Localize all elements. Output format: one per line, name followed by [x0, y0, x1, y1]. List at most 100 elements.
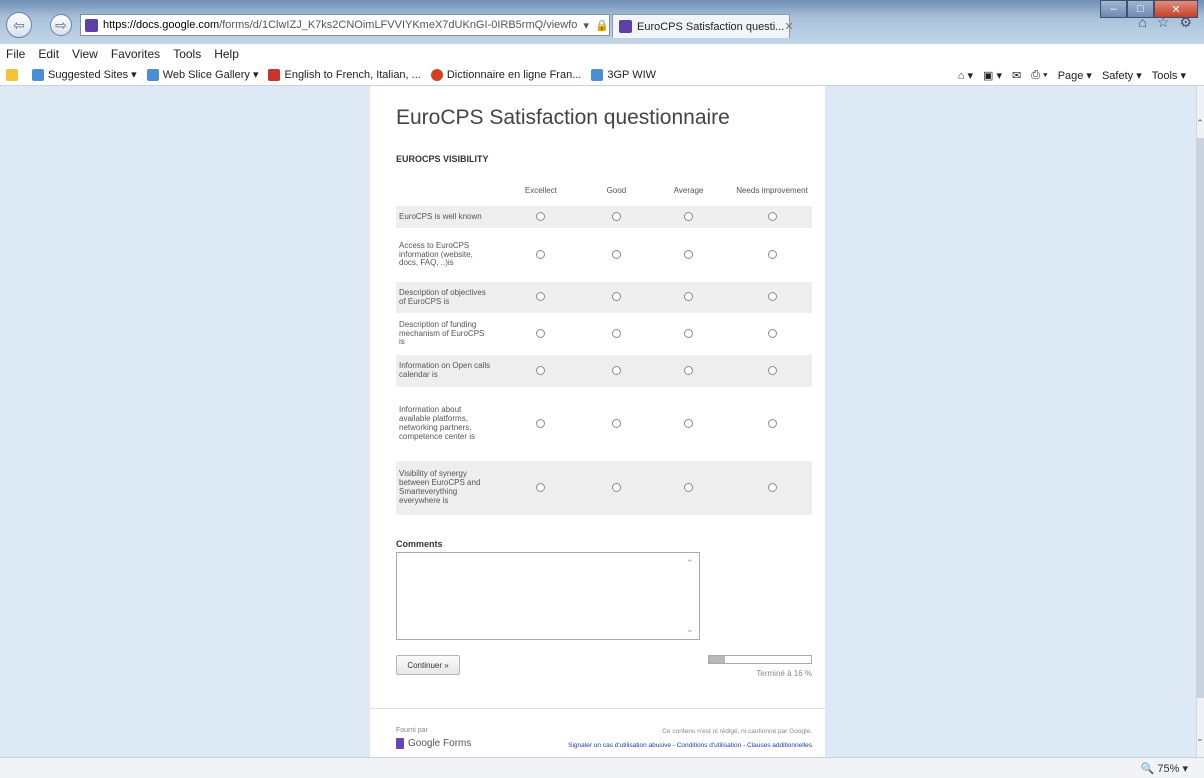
progress-bar: [708, 655, 812, 664]
radio-needs-improvement[interactable]: [767, 365, 777, 375]
radio-good[interactable]: [611, 211, 621, 221]
address-bar[interactable]: https://docs.google.com/forms/d/1ClwIZJ_…: [80, 14, 610, 36]
settings-gear-icon[interactable]: ⚙: [1179, 14, 1192, 31]
radio-good[interactable]: [611, 328, 621, 338]
progress-fill: [709, 656, 726, 663]
ie-page-icon: [591, 68, 604, 81]
radio-excellent[interactable]: [536, 292, 546, 301]
footer-links[interactable]: Signaler un cas d'utilisation abusive - …: [568, 742, 812, 749]
feeds-icon[interactable]: ▣ ▾: [983, 69, 1002, 82]
fav-wordreference[interactable]: English to French, Italian, ...: [268, 68, 421, 81]
lock-icon[interactable]: 🔒: [595, 19, 609, 32]
tab-title: EuroCPS Satisfaction questi...: [637, 20, 785, 33]
radio-needs-improvement[interactable]: [767, 292, 777, 301]
form-page: EuroCPS Satisfaction questionnaire EUROC…: [370, 86, 825, 757]
column-header: Excellect: [524, 185, 557, 195]
radio-good[interactable]: [611, 249, 621, 259]
row-label: Description of objectives of EuroCPS is: [396, 282, 494, 313]
reverso-icon: [430, 68, 443, 81]
scroll-up-icon[interactable]: ⌃: [1196, 118, 1204, 129]
fav-3gp-wiw[interactable]: 3GP WIW: [591, 68, 656, 81]
tab-eurocps[interactable]: EuroCPS Satisfaction questi... ✕: [612, 14, 794, 38]
row-label: Visibility of synergy between EuroCPS an…: [396, 461, 494, 515]
scrollbar-thumb[interactable]: [1196, 138, 1204, 698]
radio-average[interactable]: [684, 482, 694, 492]
fav-web-slice-gallery[interactable]: Web Slice Gallery ▾: [146, 68, 258, 81]
column-header: Needs improvement: [736, 185, 808, 195]
zoom-control[interactable]: 🔍 75% ▾: [1141, 762, 1188, 775]
radio-average[interactable]: [684, 292, 694, 301]
google-forms-brand[interactable]: Google Forms: [396, 738, 471, 749]
footer-divider: [370, 708, 825, 709]
comments-label: Comments: [396, 539, 443, 549]
safety-menu[interactable]: Safety ▾: [1102, 69, 1142, 82]
radio-good[interactable]: [611, 418, 621, 428]
radio-average[interactable]: [684, 328, 694, 338]
home-dropdown-icon[interactable]: ⌂ ▾: [958, 69, 973, 82]
radio-excellent[interactable]: [536, 328, 546, 338]
form-title: EuroCPS Satisfaction questionnaire: [396, 106, 730, 129]
radio-average[interactable]: [684, 365, 694, 375]
wordreference-icon: [268, 68, 281, 81]
grid-row: Access to EuroCPS information (website, …: [396, 228, 812, 282]
textarea-scroll-up-icon[interactable]: ⌃: [686, 558, 694, 569]
dropdown-icon[interactable]: ▾: [583, 19, 589, 32]
menu-tools[interactable]: Tools: [173, 47, 201, 61]
column-header: Average: [673, 185, 704, 195]
radio-good[interactable]: [611, 482, 621, 492]
row-label: Information about available platforms, n…: [396, 387, 494, 461]
menu-bar: File Edit View Favorites Tools Help: [0, 44, 1204, 64]
scroll-down-icon[interactable]: ⌄: [1196, 733, 1204, 744]
minimize-button[interactable]: –: [1100, 0, 1127, 18]
radio-needs-improvement[interactable]: [767, 418, 777, 428]
google-forms-favicon-icon: [85, 18, 98, 32]
home-icon[interactable]: ⌂: [1138, 14, 1146, 31]
radio-needs-improvement[interactable]: [767, 482, 777, 492]
ie-page-icon: [146, 68, 159, 81]
radio-needs-improvement[interactable]: [767, 328, 777, 338]
tab-close-icon[interactable]: ✕: [784, 20, 793, 33]
radio-needs-improvement[interactable]: [767, 249, 777, 259]
fav-suggested-sites[interactable]: Suggested Sites ▾: [32, 68, 137, 81]
radio-excellent[interactable]: [536, 365, 546, 375]
radio-good[interactable]: [611, 365, 621, 375]
powered-by-label: Fourni par: [396, 727, 428, 734]
rating-grid: Excellect Good Average Needs improvement…: [396, 174, 812, 515]
progress-text: Terminé à 16 %: [756, 669, 812, 678]
tools-menu[interactable]: Tools ▾: [1152, 69, 1186, 82]
page-menu[interactable]: Page ▾: [1058, 69, 1092, 82]
grid-row: EuroCPS is well known: [396, 206, 812, 228]
continue-button[interactable]: Continuer »: [396, 655, 460, 675]
disclaimer-text: Ce contenu n'est ni rédigé, ni cautionné…: [662, 728, 812, 735]
comments-textarea[interactable]: [396, 552, 700, 640]
radio-average[interactable]: [684, 418, 694, 428]
back-button[interactable]: ⇦: [6, 12, 32, 38]
menu-file[interactable]: File: [6, 47, 25, 61]
radio-excellent[interactable]: [536, 418, 546, 428]
page-viewport: EuroCPS Satisfaction questionnaire EUROC…: [0, 86, 1196, 757]
textarea-scroll-down-icon[interactable]: ⌄: [686, 624, 694, 635]
grid-row: Information on Open calls calendar is: [396, 355, 812, 387]
radio-average[interactable]: [684, 211, 694, 221]
radio-excellent[interactable]: [536, 249, 546, 259]
column-header: Good: [606, 185, 627, 195]
radio-needs-improvement[interactable]: [767, 211, 777, 221]
radio-excellent[interactable]: [536, 211, 546, 221]
menu-view[interactable]: View: [72, 47, 98, 61]
radio-good[interactable]: [611, 292, 621, 301]
add-favorites-star-icon[interactable]: [6, 68, 22, 81]
row-label: Information on Open calls calendar is: [396, 355, 494, 387]
google-forms-logo-icon: [396, 738, 404, 749]
forward-button[interactable]: ⇨: [50, 14, 72, 36]
menu-help[interactable]: Help: [214, 47, 239, 61]
favorites-star-icon[interactable]: ☆: [1157, 14, 1170, 31]
radio-excellent[interactable]: [536, 482, 546, 492]
fav-dictionnaire[interactable]: Dictionnaire en ligne Fran...: [430, 68, 581, 81]
radio-average[interactable]: [684, 249, 694, 259]
menu-edit[interactable]: Edit: [38, 47, 59, 61]
print-icon[interactable]: ⎙ ▾: [1031, 69, 1047, 82]
ie-page-icon: [32, 68, 44, 81]
mail-icon[interactable]: ✉: [1012, 69, 1021, 82]
zoom-icon: 🔍: [1140, 763, 1155, 775]
menu-favorites[interactable]: Favorites: [111, 47, 160, 61]
